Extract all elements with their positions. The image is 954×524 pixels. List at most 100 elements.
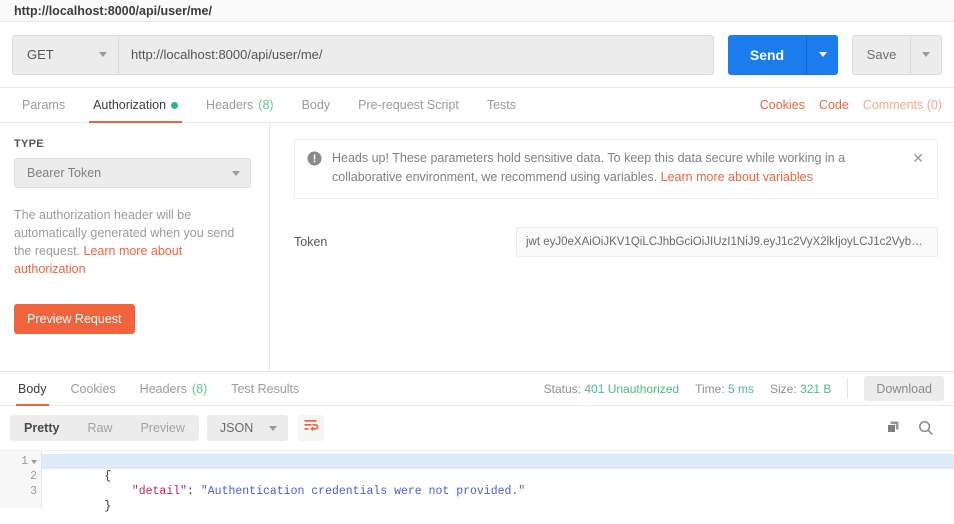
auth-type-select[interactable]: Bearer Token — [14, 158, 251, 188]
line-number: 2 — [30, 470, 37, 483]
postman-window: http://localhost:8000/api/user/me/ GET S… — [0, 0, 954, 524]
request-url-bar: GET Send Save — [0, 22, 954, 88]
response-body-code[interactable]: 1 2 3 { "detail": "Authentication creden… — [0, 450, 954, 513]
response-tab-headers[interactable]: Headers (8) — [128, 372, 220, 405]
token-input[interactable] — [516, 227, 938, 257]
tab-badge: (8) — [258, 98, 274, 112]
tab-label: Authorization — [93, 98, 167, 112]
tab-label: Headers — [139, 381, 187, 396]
request-tabs-actions: Cookies Code Comments (0) — [760, 88, 954, 122]
body-view-switcher: Pretty Raw Preview — [10, 415, 199, 441]
size-meta: Size: 321 B — [770, 382, 831, 396]
tab-label: Cookies — [70, 381, 116, 396]
token-row: Token — [294, 227, 938, 257]
save-button-group: Save — [852, 34, 942, 75]
tab-body[interactable]: Body — [288, 88, 345, 122]
sensitive-data-banner: Heads up! These parameters hold sensitiv… — [294, 139, 938, 199]
chevron-down-icon — [99, 52, 107, 57]
view-preview[interactable]: Preview — [126, 415, 198, 441]
size-value: 321 B — [800, 381, 832, 396]
word-wrap-button[interactable] — [298, 415, 325, 441]
tab-label: Body — [301, 98, 331, 112]
comments-link[interactable]: Comments (0) — [863, 98, 942, 112]
tab-tests[interactable]: Tests — [473, 88, 530, 122]
body-format-value: JSON — [219, 421, 254, 435]
response-tab-test-results[interactable]: Test Results — [219, 372, 311, 405]
auth-configured-dot-icon — [171, 101, 179, 109]
code-token-punc: : — [187, 485, 201, 498]
auth-type-panel: TYPE Bearer Token The authorization head… — [0, 123, 270, 371]
line-number: 1 — [21, 455, 28, 468]
auth-description: The authorization header will be automat… — [14, 206, 251, 278]
window-title-bar: http://localhost:8000/api/user/me/ — [0, 0, 954, 22]
auth-type-value: Bearer Token — [27, 166, 102, 180]
word-wrap-icon — [304, 419, 319, 437]
auth-type-label: TYPE — [14, 138, 44, 150]
response-tab-body[interactable]: Body — [6, 372, 59, 406]
body-format-select[interactable]: JSON — [206, 415, 289, 441]
code-token-string: "Authentication credentials were not pro… — [200, 485, 526, 498]
time-label: Time: — [695, 381, 725, 396]
response-tab-bar: Body Cookies Headers (8) Test Results St… — [0, 372, 954, 406]
http-method-select[interactable]: GET — [12, 34, 118, 75]
request-url-input[interactable] — [118, 34, 714, 75]
tab-params[interactable]: Params — [8, 88, 79, 122]
fold-arrow-icon[interactable] — [31, 459, 37, 464]
cookies-link[interactable]: Cookies — [760, 98, 805, 112]
line-number: 3 — [30, 485, 37, 498]
view-pretty[interactable]: Pretty — [10, 415, 73, 441]
token-label: Token — [294, 235, 328, 249]
line-number-gutter: 1 2 3 — [0, 451, 42, 508]
tab-pre-request-script[interactable]: Pre-request Script — [344, 88, 473, 122]
send-options-button[interactable] — [806, 34, 838, 75]
http-method-label: GET — [27, 47, 54, 62]
page-title: http://localhost:8000/api/user/me/ — [14, 3, 212, 18]
request-tab-bar: Params Authorization Headers (8) Body Pr… — [0, 88, 954, 123]
gutter-line[interactable]: 2 — [0, 469, 41, 484]
code-lines: { "detail": "Authentication credentials … — [42, 451, 954, 513]
copy-icon[interactable] — [886, 420, 902, 436]
code-token: { — [104, 470, 112, 483]
chevron-down-icon — [269, 425, 278, 431]
download-button[interactable]: Download — [864, 376, 944, 401]
banner-learn-more-link[interactable]: Learn more about variables — [661, 170, 813, 184]
close-icon[interactable]: ✕ — [912, 151, 924, 165]
status-label: Status: — [543, 381, 582, 396]
tab-badge: (8) — [191, 381, 208, 396]
save-button[interactable]: Save — [852, 34, 910, 75]
code-token-key: "detail" — [104, 485, 188, 498]
send-button[interactable]: Send — [728, 34, 806, 75]
size-label: Size: — [770, 381, 797, 396]
time-meta: Time: 5 ms — [695, 382, 754, 396]
divider — [847, 378, 849, 399]
tab-headers[interactable]: Headers (8) — [192, 88, 288, 122]
response-tab-cookies[interactable]: Cookies — [59, 372, 128, 405]
send-button-group: Send — [728, 34, 838, 75]
alert-circle-icon — [307, 151, 322, 166]
body-toolbar-actions — [886, 420, 944, 436]
search-icon[interactable] — [918, 420, 934, 436]
auth-details-panel: Heads up! These parameters hold sensitiv… — [270, 123, 954, 371]
code-line: { — [42, 454, 954, 483]
tab-label: Tests — [486, 98, 516, 112]
code-token: } — [104, 500, 112, 513]
tab-label: Headers — [206, 98, 254, 112]
banner-text: Heads up! These parameters hold sensitiv… — [332, 149, 897, 187]
chevron-down-icon — [818, 52, 827, 57]
tab-label: Pre-request Script — [358, 98, 459, 112]
status-meta: Status: 401 Unauthorized — [544, 382, 679, 396]
status-badge: 401 Unauthorized — [584, 381, 680, 396]
tab-authorization[interactable]: Authorization — [79, 88, 192, 123]
tab-label: Body — [18, 381, 47, 396]
authorization-panel: TYPE Bearer Token The authorization head… — [0, 123, 954, 372]
chevron-down-icon — [232, 170, 240, 176]
gutter-line[interactable]: 1 — [0, 454, 41, 469]
preview-request-button[interactable]: Preview Request — [14, 304, 135, 334]
view-raw[interactable]: Raw — [73, 415, 126, 441]
tab-label: Params — [22, 98, 66, 112]
save-options-button[interactable] — [910, 34, 942, 75]
response-meta: Status: 401 Unauthorized Time: 5 ms Size… — [544, 372, 954, 405]
code-link[interactable]: Code — [819, 98, 849, 112]
gutter-line[interactable]: 3 — [0, 484, 41, 499]
tab-label: Test Results — [231, 381, 300, 396]
